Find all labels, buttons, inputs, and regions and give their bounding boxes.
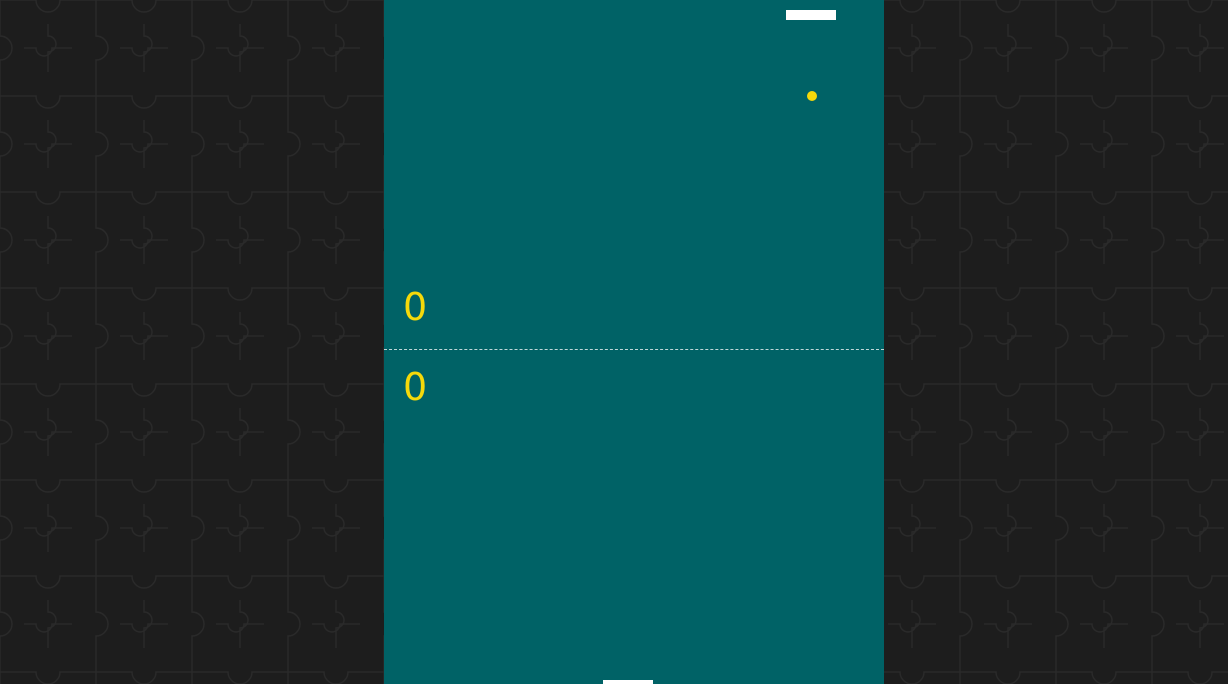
opponent-paddle: [786, 10, 836, 20]
game-court[interactable]: 0 0: [384, 0, 884, 684]
player-paddle[interactable]: [603, 680, 653, 684]
ball: [807, 91, 817, 101]
center-net-line: [384, 349, 884, 350]
score-bottom-player: 0: [403, 365, 428, 409]
score-top-player: 0: [403, 285, 428, 329]
